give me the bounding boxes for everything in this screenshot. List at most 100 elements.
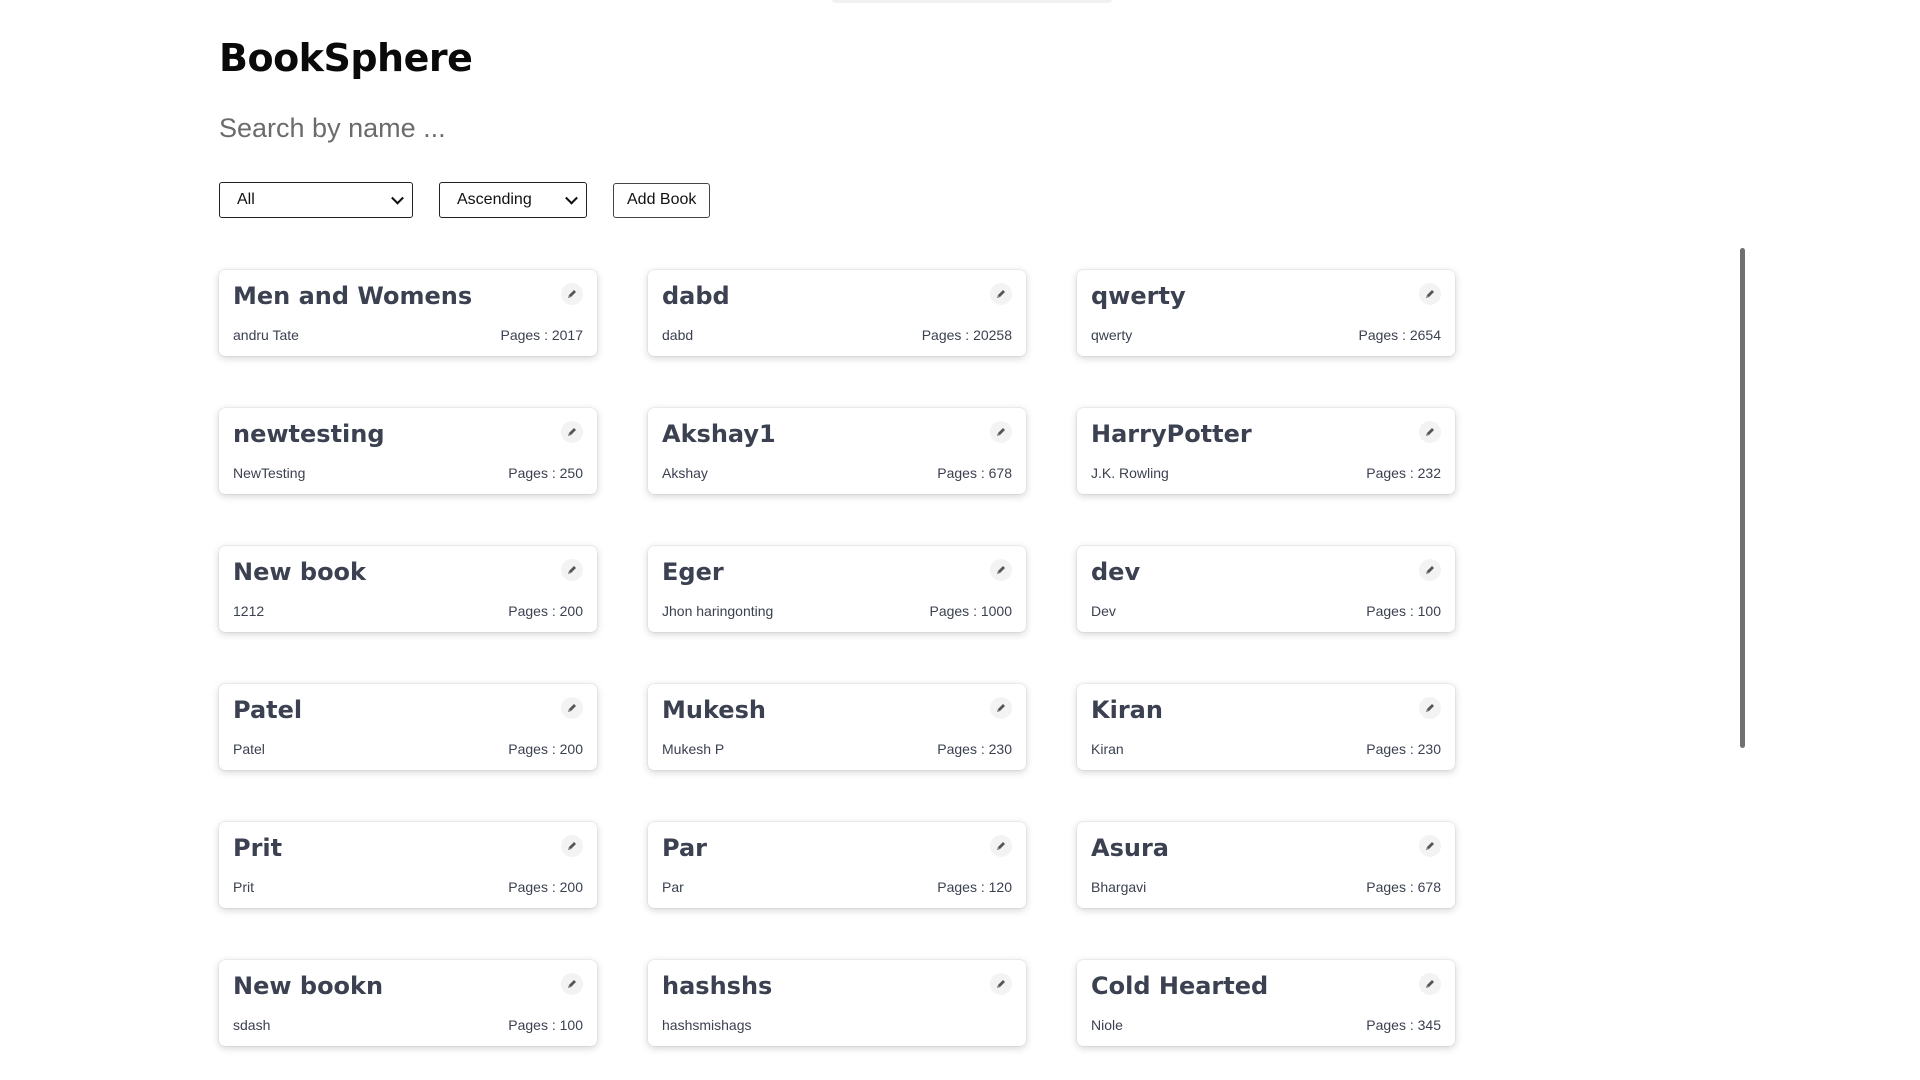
pencil-icon[interactable] <box>990 421 1012 443</box>
pencil-icon[interactable] <box>1419 835 1441 857</box>
category-select[interactable]: All <box>219 182 413 218</box>
book-title: Eger <box>662 558 724 586</box>
book-title: Cold Hearted <box>1091 972 1269 1000</box>
chevron-down-icon <box>391 191 404 205</box>
book-author: Patel <box>233 741 265 757</box>
pencil-icon[interactable] <box>561 697 583 719</box>
book-author: Mukesh P <box>662 741 725 757</box>
pencil-icon[interactable] <box>990 973 1012 995</box>
pencil-icon[interactable] <box>990 835 1012 857</box>
book-card[interactable]: newtesting NewTesting Pages : 250 <box>219 408 597 494</box>
book-card[interactable]: hashshs hashsmishags <box>648 960 1026 1046</box>
book-author: Niole <box>1091 1017 1123 1033</box>
book-author: NewTesting <box>233 465 306 481</box>
book-card[interactable]: HarryPotter J.K. Rowling Pages : 232 <box>1077 408 1455 494</box>
book-title: Men and Womens <box>233 282 473 310</box>
pencil-icon[interactable] <box>1419 559 1441 581</box>
book-pages: Pages : 120 <box>937 879 1012 895</box>
book-author: Bhargavi <box>1091 879 1147 895</box>
book-pages: Pages : 2654 <box>1358 327 1441 343</box>
book-pages: Pages : 200 <box>508 741 583 757</box>
pencil-icon[interactable] <box>561 283 583 305</box>
book-card[interactable]: Asura Bhargavi Pages : 678 <box>1077 822 1455 908</box>
category-select-value: All <box>237 191 255 208</box>
book-title: Patel <box>233 696 303 724</box>
book-author: Akshay <box>662 465 708 481</box>
book-card[interactable]: Men and Womens andru Tate Pages : 2017 <box>219 270 597 356</box>
sort-order-select-value: Ascending <box>457 191 532 208</box>
book-author: andru Tate <box>233 327 299 343</box>
book-author: sdash <box>233 1017 271 1033</box>
book-pages: Pages : 100 <box>508 1017 583 1033</box>
pencil-icon[interactable] <box>1419 973 1441 995</box>
book-title: New bookn <box>233 972 384 1000</box>
book-title: Prit <box>233 834 283 862</box>
book-card[interactable]: Akshay1 Akshay Pages : 678 <box>648 408 1026 494</box>
book-title: Asura <box>1091 834 1169 862</box>
book-card[interactable]: dabd dabd Pages : 20258 <box>648 270 1026 356</box>
pencil-icon[interactable] <box>561 835 583 857</box>
book-author: J.K. Rowling <box>1091 465 1169 481</box>
book-title: dabd <box>662 282 730 310</box>
book-author: Dev <box>1091 603 1116 619</box>
book-pages: Pages : 1000 <box>929 603 1012 619</box>
book-grid: Men and Womens andru Tate Pages : 2017 dabd… <box>219 270 1455 1046</box>
book-card[interactable]: Patel Patel Pages : 200 <box>219 684 597 770</box>
book-title: Akshay1 <box>662 420 776 448</box>
book-pages: Pages : 232 <box>1366 465 1441 481</box>
book-card[interactable]: Eger Jhon haringonting Pages : 1000 <box>648 546 1026 632</box>
book-pages: Pages : 250 <box>508 465 583 481</box>
book-author: dabd <box>662 327 694 343</box>
book-card[interactable]: Prit Prit Pages : 200 <box>219 822 597 908</box>
book-card[interactable]: New bookn sdash Pages : 100 <box>219 960 597 1046</box>
book-pages: Pages : 230 <box>937 741 1012 757</box>
pencil-icon[interactable] <box>1419 697 1441 719</box>
book-author: Prit <box>233 879 254 895</box>
book-card[interactable]: Kiran Kiran Pages : 230 <box>1077 684 1455 770</box>
scrollbar-thumb[interactable] <box>1740 248 1745 748</box>
top-tab-handle <box>832 0 1112 3</box>
pencil-icon[interactable] <box>990 283 1012 305</box>
book-pages: Pages : 678 <box>937 465 1012 481</box>
book-author: qwerty <box>1091 327 1133 343</box>
book-title: qwerty <box>1091 282 1186 310</box>
sort-order-select[interactable]: Ascending <box>439 182 587 218</box>
book-pages: Pages : 345 <box>1366 1017 1441 1033</box>
book-title: newtesting <box>233 420 385 448</box>
book-pages: Pages : 200 <box>508 603 583 619</box>
search-input[interactable] <box>219 106 819 150</box>
book-author: 1212 <box>233 603 265 619</box>
book-title: New book <box>233 558 367 586</box>
book-title: hashshs <box>662 972 773 1000</box>
book-title: HarryPotter <box>1091 420 1252 448</box>
add-book-button[interactable]: Add Book <box>613 182 711 218</box>
pencil-icon[interactable] <box>561 559 583 581</box>
app-title: BookSphere <box>219 36 473 80</box>
pencil-icon[interactable] <box>1419 421 1441 443</box>
book-card[interactable]: qwerty qwerty Pages : 2654 <box>1077 270 1455 356</box>
book-card[interactable]: Cold Hearted Niole Pages : 345 <box>1077 960 1455 1046</box>
book-card[interactable]: Par Par Pages : 120 <box>648 822 1026 908</box>
pencil-icon[interactable] <box>561 421 583 443</box>
chevron-down-icon <box>565 191 578 205</box>
book-author: Jhon haringonting <box>662 603 774 619</box>
filter-controls: All Ascending Add Book <box>219 182 711 218</box>
book-author: hashsmishags <box>662 1017 752 1033</box>
book-author: Par <box>662 879 684 895</box>
book-pages: Pages : 100 <box>1366 603 1441 619</box>
book-card[interactable]: dev Dev Pages : 100 <box>1077 546 1455 632</box>
book-title: Par <box>662 834 707 862</box>
book-author: Kiran <box>1091 741 1124 757</box>
pencil-icon[interactable] <box>990 559 1012 581</box>
book-title: Kiran <box>1091 696 1163 724</box>
book-title: Mukesh <box>662 696 766 724</box>
book-pages: Pages : 678 <box>1366 879 1441 895</box>
book-title: dev <box>1091 558 1141 586</box>
book-pages: Pages : 200 <box>508 879 583 895</box>
pencil-icon[interactable] <box>561 973 583 995</box>
pencil-icon[interactable] <box>990 697 1012 719</box>
book-pages: Pages : 230 <box>1366 741 1441 757</box>
book-card[interactable]: Mukesh Mukesh P Pages : 230 <box>648 684 1026 770</box>
pencil-icon[interactable] <box>1419 283 1441 305</box>
book-card[interactable]: New book 1212 Pages : 200 <box>219 546 597 632</box>
